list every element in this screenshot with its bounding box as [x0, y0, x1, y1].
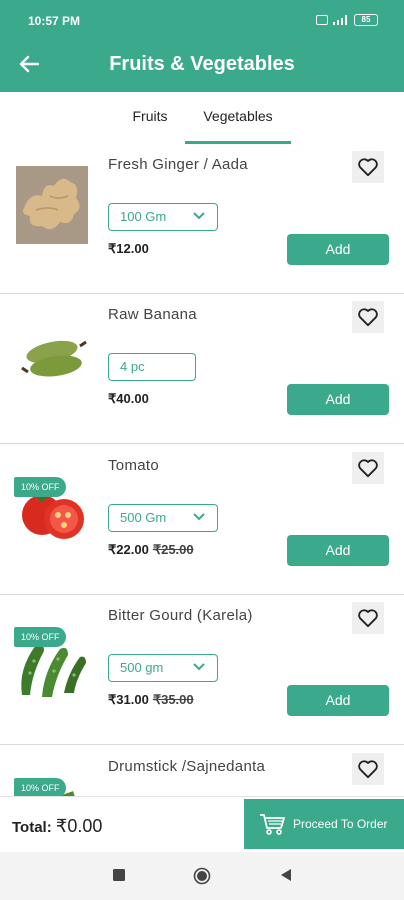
favorite-button[interactable] — [352, 452, 384, 484]
tab-vegetables[interactable]: Vegetables — [185, 92, 291, 144]
price-row: ₹22.00 ₹25.00 — [108, 542, 194, 558]
product-item-raw-banana: Raw Banana 4 pc ₹40.00 Add — [0, 294, 404, 444]
proceed-to-order-button[interactable]: Proceed To Order — [244, 799, 404, 849]
page-title: Fruits & Vegetables — [109, 53, 295, 75]
product-item-tomato: 10% OFF Tomato 500 Gm ₹22.00 ₹25.00 Add — [0, 445, 404, 595]
variant-select[interactable]: 500 gm — [108, 654, 218, 682]
raw-banana-image — [21, 340, 87, 377]
home-icon[interactable] — [193, 867, 211, 885]
recents-icon[interactable] — [112, 868, 126, 882]
cart-total: Total: ₹0.00 — [12, 816, 102, 837]
price-row: ₹31.00 ₹35.00 — [108, 692, 194, 708]
sim-icon — [316, 15, 328, 25]
product-item-bitter-gourd: 10% OFF Bitter Gourd (Karela) 500 gm ₹31… — [0, 595, 404, 745]
variant-value: 500 Gm — [120, 510, 167, 525]
variant-value: 500 gm — [120, 660, 164, 675]
heart-icon — [358, 609, 378, 628]
product-name: Bitter Gourd (Karela) — [108, 607, 253, 624]
favorite-button[interactable] — [352, 151, 384, 183]
product-name: Drumstick /Sajnedanta — [108, 758, 266, 775]
favorite-button[interactable] — [352, 602, 384, 634]
app-bar: Fruits & Vegetables — [0, 36, 404, 92]
chevron-down-icon — [193, 212, 205, 220]
tomato-image — [22, 493, 84, 539]
system-nav-bar — [0, 852, 404, 900]
product-item-ginger: Fresh Ginger / Aada 100 Gm ₹12.00 Add — [0, 144, 404, 294]
heart-icon — [358, 459, 378, 478]
add-button[interactable]: Add — [287, 535, 389, 566]
category-tabs: Fruits Vegetables — [0, 92, 404, 144]
total-value: ₹0.00 — [55, 816, 103, 836]
total-label: Total: — [12, 819, 52, 836]
discount-badge: 10% OFF — [14, 778, 66, 796]
variant-select[interactable]: 500 Gm — [108, 504, 218, 532]
add-button[interactable]: Add — [287, 234, 389, 265]
favorite-button[interactable] — [352, 301, 384, 333]
discount-badge: 10% OFF — [14, 627, 66, 647]
signal-icon — [333, 15, 349, 25]
variant-field[interactable]: 4 pc — [108, 353, 196, 381]
heart-icon — [358, 308, 378, 327]
product-item-drumstick: 10% OFF Drumstick /Sajnedanta — [0, 746, 404, 796]
favorite-button[interactable] — [352, 753, 384, 785]
price-row: ₹12.00 — [108, 241, 149, 257]
status-time: 10:57 PM — [28, 14, 81, 28]
add-button[interactable]: Add — [287, 384, 389, 415]
price-row: ₹40.00 — [108, 391, 149, 407]
discount-badge: 10% OFF — [14, 477, 66, 497]
price: ₹31.00 — [108, 692, 149, 707]
status-bar: 10:57 PM 85 — [0, 0, 404, 36]
status-icons: 85 — [316, 14, 378, 26]
back-nav-icon[interactable] — [280, 868, 292, 882]
price: ₹22.00 — [108, 542, 149, 557]
chevron-down-icon — [193, 513, 205, 521]
product-name: Raw Banana — [108, 306, 197, 323]
variant-value: 100 Gm — [120, 209, 167, 224]
battery-icon: 85 — [354, 14, 378, 26]
heart-icon — [358, 158, 378, 177]
product-list: Fresh Ginger / Aada 100 Gm ₹12.00 Add Ra… — [0, 144, 404, 796]
bitter-gourd-image — [21, 643, 86, 697]
proceed-label: Proceed To Order — [293, 817, 388, 831]
tab-fruits[interactable]: Fruits — [112, 92, 188, 144]
price: ₹40.00 — [108, 391, 149, 406]
original-price: ₹25.00 — [152, 542, 194, 557]
ginger-image — [16, 166, 88, 244]
cart-icon — [260, 814, 285, 835]
price: ₹12.00 — [108, 241, 149, 256]
variant-value: 4 pc — [120, 359, 145, 374]
add-button[interactable]: Add — [287, 685, 389, 716]
cart-summary-bar: Total: ₹0.00 Proceed To Order — [0, 796, 404, 851]
variant-select[interactable]: 100 Gm — [108, 203, 218, 231]
heart-icon — [358, 760, 378, 779]
chevron-down-icon — [193, 663, 205, 671]
product-name: Tomato — [108, 457, 159, 474]
product-name: Fresh Ginger / Aada — [108, 156, 248, 173]
original-price: ₹35.00 — [152, 692, 194, 707]
